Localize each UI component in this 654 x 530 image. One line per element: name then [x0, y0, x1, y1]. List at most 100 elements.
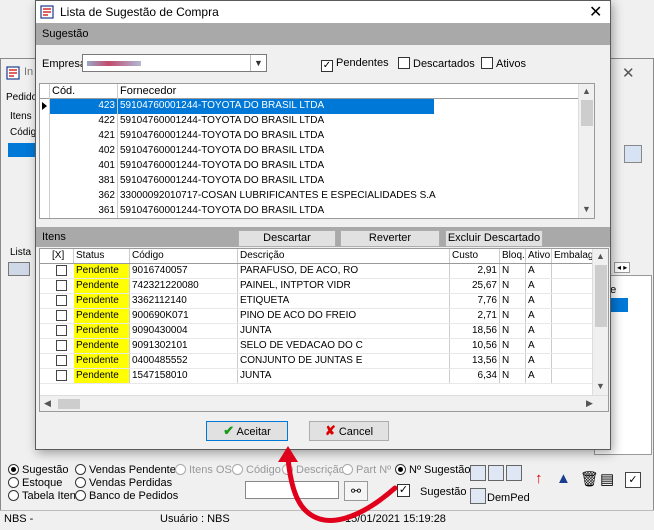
- pendentes-checkbox[interactable]: ✓ Pendentes: [321, 57, 389, 72]
- cell-codigo[interactable]: 9016740057: [130, 264, 238, 278]
- radio-itens-os[interactable]: Itens OS: [175, 464, 232, 476]
- cell-codigo[interactable]: 3362112140: [130, 294, 238, 308]
- col-fornecedor[interactable]: Fornecedor: [118, 84, 434, 99]
- sugestoes-vscroll[interactable]: ▲ ▼: [578, 84, 594, 218]
- row-checkbox[interactable]: [56, 280, 67, 291]
- radio-estoque[interactable]: Estoque: [8, 477, 62, 489]
- cell-custo[interactable]: 13,56: [450, 354, 500, 368]
- col-cod-sugestao[interactable]: Cód. Sugestão: [50, 84, 118, 111]
- cell-cod-sugestao[interactable]: 422: [50, 114, 118, 129]
- radio-vendas-perdidas[interactable]: Vendas Perdidas: [75, 477, 172, 489]
- col-codigo[interactable]: Código: [130, 249, 238, 263]
- table-row[interactable]: 402 59104760001244-TOYOTA DO BRASIL LTDA: [40, 144, 594, 159]
- row-checkbox[interactable]: [56, 340, 67, 351]
- cell-cod-sugestao[interactable]: 421: [50, 129, 118, 144]
- close-icon[interactable]: ✕: [589, 2, 602, 22]
- cell-descricao[interactable]: PINO DE ACO DO FREIO: [238, 309, 450, 323]
- col-custo[interactable]: Custo: [450, 249, 500, 263]
- table-row[interactable]: Pendente 9016740057 PARAFUSO, DE ACO, RO 2,…: [40, 264, 608, 279]
- ativos-checkbox[interactable]: Ativos: [481, 57, 526, 70]
- itens-vscroll[interactable]: ▲ ▼: [592, 249, 608, 395]
- cell-codigo[interactable]: 9091302101: [130, 339, 238, 353]
- cell-fornecedor[interactable]: 59104760001244-TOYOTA DO BRASIL LTDA: [118, 129, 434, 144]
- cell-descricao[interactable]: PARAFUSO, DE ACO, RO: [238, 264, 450, 278]
- scroll-thumb[interactable]: [581, 100, 593, 126]
- table-row[interactable]: 422 59104760001244-TOYOTA DO BRASIL LTDA: [40, 114, 594, 129]
- toolbar-button-3[interactable]: [506, 465, 522, 481]
- cell-fornecedor[interactable]: 59104760001244-TOYOTA DO BRASIL LTDA: [118, 114, 434, 129]
- cell-bloq[interactable]: N: [500, 309, 526, 323]
- radio-banco-pedidos[interactable]: Banco de Pedidos: [75, 490, 178, 502]
- trash-icon[interactable]: 🗑: [580, 470, 599, 488]
- cell-fornecedor[interactable]: 59104760001244-TOYOTA DO BRASIL LTDA: [118, 174, 434, 189]
- nav-up-icon[interactable]: ▲: [556, 470, 571, 487]
- cell-codigo[interactable]: 0400485552: [130, 354, 238, 368]
- cell-custo[interactable]: 18,56: [450, 324, 500, 338]
- cell-ativo[interactable]: A: [526, 324, 552, 338]
- table-row[interactable]: Pendente 3362112140 ETIQUETA 7,76 N A: [40, 294, 608, 309]
- radio-vendas-pendentes[interactable]: Vendas Pendentes: [75, 464, 181, 476]
- col-descricao[interactable]: Descrição: [238, 249, 450, 263]
- cell-custo[interactable]: 2,91: [450, 264, 500, 278]
- row-checkbox[interactable]: [56, 370, 67, 381]
- table-row[interactable]: Pendente 900690K071 PINO DE ACO DO FREIO 2,…: [40, 309, 608, 324]
- cell-custo[interactable]: 7,76: [450, 294, 500, 308]
- row-checkbox[interactable]: [56, 355, 67, 366]
- cell-status[interactable]: Pendente: [74, 324, 130, 338]
- cell-fornecedor[interactable]: 59104760001244-TOYOTA DO BRASIL LTDA: [118, 204, 434, 218]
- table-row[interactable]: Pendente 9091302101 SELO DE VEDACAO DO C 10…: [40, 339, 608, 354]
- cell-descricao[interactable]: ETIQUETA: [238, 294, 450, 308]
- col-select[interactable]: [X]: [50, 249, 74, 263]
- cell-status[interactable]: Pendente: [74, 354, 130, 368]
- descartados-checkbox[interactable]: Descartados: [398, 57, 475, 70]
- table-row[interactable]: Pendente 9090430004 JUNTA 18,56 N A: [40, 324, 608, 339]
- row-checkbox[interactable]: [56, 325, 67, 336]
- cell-ativo[interactable]: A: [526, 309, 552, 323]
- scroll-down-icon[interactable]: ▼: [582, 204, 591, 214]
- table-row[interactable]: 381 59104760001244-TOYOTA DO BRASIL LTDA: [40, 174, 594, 189]
- cell-custo[interactable]: 2,71: [450, 309, 500, 323]
- cell-cod-sugestao[interactable]: 401: [50, 159, 118, 174]
- cell-status[interactable]: Pendente: [74, 339, 130, 353]
- table-row[interactable]: Pendente 742321220080 PAINEL, INTPTOR VIDR…: [40, 279, 608, 294]
- cell-codigo[interactable]: 900690K071: [130, 309, 238, 323]
- demped-icon[interactable]: [470, 488, 486, 504]
- cell-bloq[interactable]: N: [500, 264, 526, 278]
- cell-codigo[interactable]: 1547158010: [130, 369, 238, 383]
- cell-descricao[interactable]: CONJUNTO DE JUNTAS E: [238, 354, 450, 368]
- cell-bloq[interactable]: N: [500, 354, 526, 368]
- scroll-right-icon[interactable]: ▶: [586, 398, 593, 409]
- cell-fornecedor[interactable]: 59104760001244-TOYOTA DO BRASIL LTDA: [118, 159, 434, 174]
- cell-descricao[interactable]: PAINEL, INTPTOR VIDR: [238, 279, 450, 293]
- cell-codigo[interactable]: 9090430004: [130, 324, 238, 338]
- cell-ativo[interactable]: A: [526, 339, 552, 353]
- combo-arrow-icon[interactable]: ▼: [250, 55, 266, 71]
- cell-status[interactable]: Pendente: [74, 279, 130, 293]
- cell-cod-sugestao[interactable]: 402: [50, 144, 118, 159]
- scroll-left-icon[interactable]: ◀: [44, 398, 51, 409]
- toolbar-button-1[interactable]: [470, 465, 486, 481]
- table-row[interactable]: Pendente 0400485552 CONJUNTO DE JUNTAS E 13…: [40, 354, 608, 369]
- scroll-arrows[interactable]: ◂ ▸: [614, 262, 631, 273]
- selected-cell[interactable]: [8, 143, 36, 157]
- cell-bloq[interactable]: N: [500, 339, 526, 353]
- aceitar-button[interactable]: ✔ Aceitar: [206, 421, 288, 441]
- cell-custo[interactable]: 10,56: [450, 339, 500, 353]
- cell-cod-sugestao[interactable]: 362: [50, 189, 118, 204]
- col-status[interactable]: Status: [74, 249, 130, 263]
- table-row[interactable]: 361 59104760001244-TOYOTA DO BRASIL LTDA: [40, 204, 594, 218]
- col-bloq[interactable]: Bloq.: [500, 249, 526, 263]
- cell-fornecedor[interactable]: 59104760001244-TOYOTA DO BRASIL LTDA: [118, 144, 434, 159]
- background-close-icon[interactable]: ✕: [622, 64, 635, 82]
- cell-bloq[interactable]: N: [500, 294, 526, 308]
- table-row[interactable]: Pendente 1547158010 JUNTA 6,34 N A: [40, 369, 608, 384]
- row-checkbox[interactable]: [56, 295, 67, 306]
- cell-status[interactable]: Pendente: [74, 309, 130, 323]
- cell-bloq[interactable]: N: [500, 279, 526, 293]
- col-embalagem[interactable]: Embalage: [552, 249, 596, 263]
- cell-bloq[interactable]: N: [500, 324, 526, 338]
- scroll-thumb[interactable]: [595, 265, 607, 327]
- cell-ativo[interactable]: A: [526, 264, 552, 278]
- empresa-select[interactable]: ▼: [82, 54, 267, 72]
- reverter-descartado-button[interactable]: Reverter Descartado: [340, 230, 440, 259]
